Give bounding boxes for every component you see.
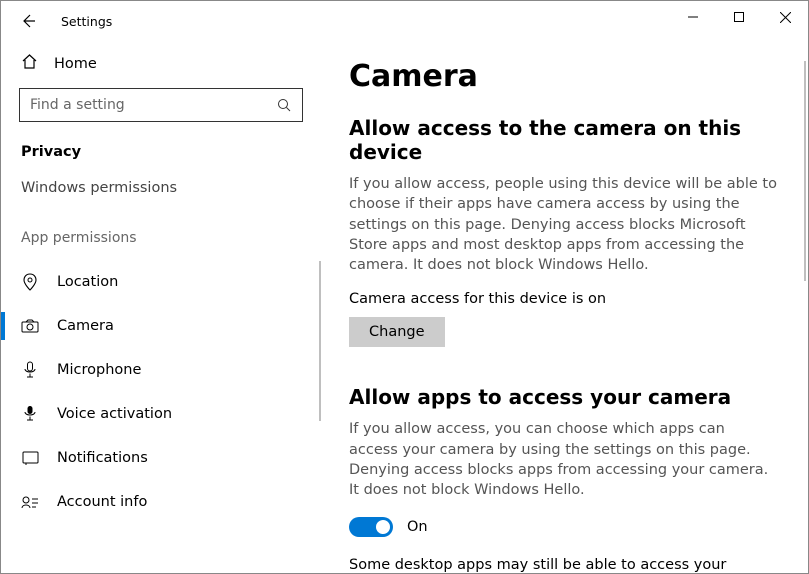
desktop-apps-note: Some desktop apps may still be able to a… — [349, 555, 778, 573]
device-access-status: Camera access for this device is on — [349, 291, 778, 307]
sidebar-item-label: Location — [57, 274, 118, 290]
app-access-toggle[interactable] — [349, 517, 393, 537]
close-button[interactable] — [762, 1, 808, 33]
maximize-button[interactable] — [716, 1, 762, 33]
minimize-icon — [688, 12, 698, 22]
section-heading-device-access: Allow access to the camera on this devic… — [349, 116, 778, 164]
section-body: If you allow access, you can choose whic… — [349, 419, 778, 500]
home-button[interactable]: Home — [19, 47, 303, 88]
section-body: If you allow access, people using this d… — [349, 174, 778, 275]
sidebar-item-label: Voice activation — [57, 406, 172, 422]
search-input[interactable]: Find a setting — [19, 88, 303, 122]
change-button[interactable]: Change — [349, 317, 445, 347]
sidebar-item-voice-activation[interactable]: Voice activation — [1, 392, 321, 436]
sidebar-item-label: Account info — [57, 494, 147, 510]
subcategory-windows-permissions[interactable]: Windows permissions — [21, 180, 303, 196]
back-button[interactable] — [19, 12, 37, 30]
maximize-icon — [734, 12, 744, 22]
arrow-left-icon — [20, 13, 36, 29]
sidebar-item-account-info[interactable]: Account info — [1, 480, 321, 524]
sidebar-item-label: Notifications — [57, 450, 148, 466]
sidebar-item-microphone[interactable]: Microphone — [1, 348, 321, 392]
window-title: Settings — [61, 14, 112, 29]
titlebar: Settings — [1, 1, 808, 41]
sidebar-item-camera[interactable]: Camera — [1, 304, 321, 348]
group-app-permissions: App permissions — [21, 230, 303, 246]
sidebar-item-label: Camera — [57, 318, 114, 334]
microphone-icon — [21, 361, 39, 379]
search-placeholder: Find a setting — [30, 97, 277, 113]
sidebar-item-location[interactable]: Location — [1, 260, 321, 304]
main-content: Camera Allow access to the camera on thi… — [321, 41, 808, 573]
voice-icon — [21, 405, 39, 423]
sidebar: Home Find a setting Privacy Windows perm… — [1, 41, 321, 573]
page-title: Camera — [349, 59, 778, 94]
minimize-button[interactable] — [670, 1, 716, 33]
section-heading-app-access: Allow apps to access your camera — [349, 385, 778, 409]
window-controls — [670, 1, 808, 33]
search-icon — [277, 98, 292, 113]
sidebar-item-notifications[interactable]: Notifications — [1, 436, 321, 480]
notifications-icon — [21, 451, 39, 466]
close-icon — [780, 12, 791, 23]
home-label: Home — [54, 56, 97, 72]
account-icon — [21, 495, 39, 509]
sidebar-item-label: Microphone — [57, 362, 141, 378]
home-icon — [21, 53, 38, 74]
camera-icon — [21, 319, 39, 333]
category-privacy[interactable]: Privacy — [21, 144, 303, 160]
location-icon — [21, 273, 39, 291]
toggle-label: On — [407, 519, 428, 535]
main-scrollbar[interactable] — [804, 61, 806, 281]
